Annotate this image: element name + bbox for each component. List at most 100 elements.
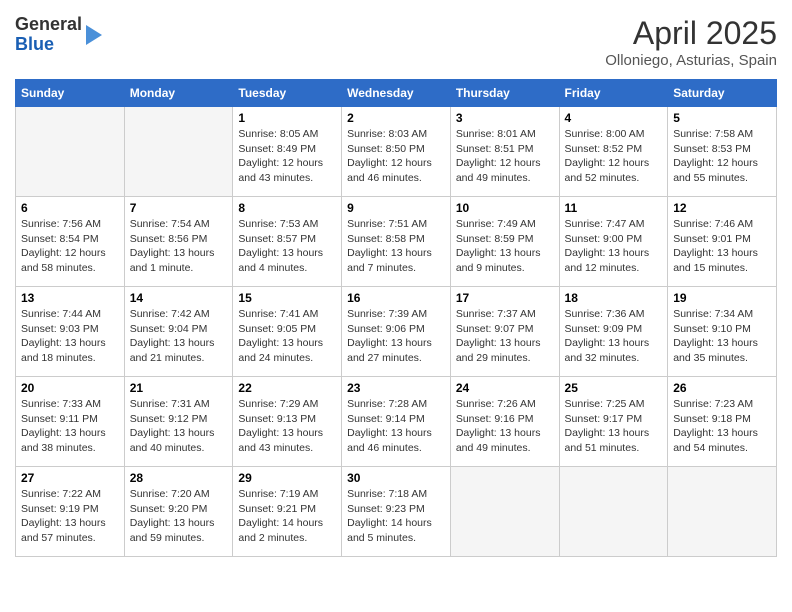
calendar-cell — [559, 467, 668, 557]
calendar-cell: 25 Sunrise: 7:25 AM Sunset: 9:17 PM Dayli… — [559, 377, 668, 467]
day-info: Sunrise: 7:46 AM Sunset: 9:01 PM Dayligh… — [673, 217, 771, 276]
day-number: 20 — [21, 381, 119, 395]
day-info: Sunrise: 8:00 AM Sunset: 8:52 PM Dayligh… — [565, 127, 663, 186]
calendar-cell: 19 Sunrise: 7:34 AM Sunset: 9:10 PM Dayli… — [668, 287, 777, 377]
title-block: April 2025 Olloniego, Asturias, Spain — [605, 15, 777, 69]
calendar-cell: 7 Sunrise: 7:54 AM Sunset: 8:56 PM Daylig… — [124, 197, 233, 287]
day-number: 4 — [565, 111, 663, 125]
day-info: Sunrise: 7:49 AM Sunset: 8:59 PM Dayligh… — [456, 217, 554, 276]
calendar-cell: 13 Sunrise: 7:44 AM Sunset: 9:03 PM Dayli… — [16, 287, 125, 377]
day-number: 5 — [673, 111, 771, 125]
day-number: 9 — [347, 201, 445, 215]
calendar-cell: 10 Sunrise: 7:49 AM Sunset: 8:59 PM Dayli… — [450, 197, 559, 287]
calendar-cell: 28 Sunrise: 7:20 AM Sunset: 9:20 PM Dayli… — [124, 467, 233, 557]
calendar-cell: 26 Sunrise: 7:23 AM Sunset: 9:18 PM Dayli… — [668, 377, 777, 467]
day-info: Sunrise: 7:20 AM Sunset: 9:20 PM Dayligh… — [130, 487, 228, 546]
day-info: Sunrise: 8:05 AM Sunset: 8:49 PM Dayligh… — [238, 127, 336, 186]
day-number: 23 — [347, 381, 445, 395]
day-info: Sunrise: 7:33 AM Sunset: 9:11 PM Dayligh… — [21, 397, 119, 456]
calendar-cell: 12 Sunrise: 7:46 AM Sunset: 9:01 PM Dayli… — [668, 197, 777, 287]
calendar-week-row: 20 Sunrise: 7:33 AM Sunset: 9:11 PM Dayli… — [16, 377, 777, 467]
day-info: Sunrise: 8:01 AM Sunset: 8:51 PM Dayligh… — [456, 127, 554, 186]
day-number: 26 — [673, 381, 771, 395]
calendar-cell: 8 Sunrise: 7:53 AM Sunset: 8:57 PM Daylig… — [233, 197, 342, 287]
day-info: Sunrise: 7:25 AM Sunset: 9:17 PM Dayligh… — [565, 397, 663, 456]
day-number: 30 — [347, 471, 445, 485]
calendar-cell: 5Sunrise: 7:58 AM Sunset: 8:53 PM Daylig… — [668, 107, 777, 197]
day-number: 29 — [238, 471, 336, 485]
calendar-week-row: 27 Sunrise: 7:22 AM Sunset: 9:19 PM Dayli… — [16, 467, 777, 557]
day-number: 13 — [21, 291, 119, 305]
column-header-sunday: Sunday — [16, 80, 125, 107]
calendar-cell — [450, 467, 559, 557]
day-number: 16 — [347, 291, 445, 305]
calendar-week-row: 6Sunrise: 7:56 AM Sunset: 8:54 PM Daylig… — [16, 197, 777, 287]
day-info: Sunrise: 7:37 AM Sunset: 9:07 PM Dayligh… — [456, 307, 554, 366]
day-number: 7 — [130, 201, 228, 215]
calendar-cell: 21 Sunrise: 7:31 AM Sunset: 9:12 PM Dayli… — [124, 377, 233, 467]
calendar-table: SundayMondayTuesdayWednesdayThursdayFrid… — [15, 79, 777, 557]
day-info: Sunrise: 7:34 AM Sunset: 9:10 PM Dayligh… — [673, 307, 771, 366]
calendar-cell: 4 Sunrise: 8:00 AM Sunset: 8:52 PM Daylig… — [559, 107, 668, 197]
day-number: 6 — [21, 201, 119, 215]
day-info: Sunrise: 7:18 AM Sunset: 9:23 PM Dayligh… — [347, 487, 445, 546]
calendar-week-row: 13 Sunrise: 7:44 AM Sunset: 9:03 PM Dayli… — [16, 287, 777, 377]
day-number: 25 — [565, 381, 663, 395]
calendar-cell: 9 Sunrise: 7:51 AM Sunset: 8:58 PM Daylig… — [342, 197, 451, 287]
day-number: 14 — [130, 291, 228, 305]
column-header-tuesday: Tuesday — [233, 80, 342, 107]
month-year-title: April 2025 — [605, 15, 777, 52]
day-info: Sunrise: 8:03 AM Sunset: 8:50 PM Dayligh… — [347, 127, 445, 186]
column-header-monday: Monday — [124, 80, 233, 107]
day-number: 10 — [456, 201, 554, 215]
day-info: Sunrise: 7:22 AM Sunset: 9:19 PM Dayligh… — [21, 487, 119, 546]
day-info: Sunrise: 7:31 AM Sunset: 9:12 PM Dayligh… — [130, 397, 228, 456]
day-number: 24 — [456, 381, 554, 395]
calendar-cell: 15 Sunrise: 7:41 AM Sunset: 9:05 PM Dayli… — [233, 287, 342, 377]
logo-arrow-icon — [86, 25, 102, 45]
day-number: 28 — [130, 471, 228, 485]
day-number: 1 — [238, 111, 336, 125]
calendar-cell: 27 Sunrise: 7:22 AM Sunset: 9:19 PM Dayli… — [16, 467, 125, 557]
calendar-cell — [16, 107, 125, 197]
calendar-week-row: 1 Sunrise: 8:05 AM Sunset: 8:49 PM Daylig… — [16, 107, 777, 197]
day-number: 21 — [130, 381, 228, 395]
column-header-friday: Friday — [559, 80, 668, 107]
day-number: 8 — [238, 201, 336, 215]
day-info: Sunrise: 7:29 AM Sunset: 9:13 PM Dayligh… — [238, 397, 336, 456]
calendar-cell: 6Sunrise: 7:56 AM Sunset: 8:54 PM Daylig… — [16, 197, 125, 287]
logo: General Blue — [15, 15, 102, 55]
calendar-cell: 24Sunrise: 7:26 AM Sunset: 9:16 PM Dayli… — [450, 377, 559, 467]
day-info: Sunrise: 7:19 AM Sunset: 9:21 PM Dayligh… — [238, 487, 336, 546]
day-info: Sunrise: 7:23 AM Sunset: 9:18 PM Dayligh… — [673, 397, 771, 456]
calendar-cell: 30 Sunrise: 7:18 AM Sunset: 9:23 PM Dayli… — [342, 467, 451, 557]
day-number: 22 — [238, 381, 336, 395]
calendar-cell: 3Sunrise: 8:01 AM Sunset: 8:51 PM Daylig… — [450, 107, 559, 197]
day-number: 11 — [565, 201, 663, 215]
day-info: Sunrise: 7:39 AM Sunset: 9:06 PM Dayligh… — [347, 307, 445, 366]
day-info: Sunrise: 7:44 AM Sunset: 9:03 PM Dayligh… — [21, 307, 119, 366]
calendar-cell: 14Sunrise: 7:42 AM Sunset: 9:04 PM Dayli… — [124, 287, 233, 377]
calendar-cell: 2Sunrise: 8:03 AM Sunset: 8:50 PM Daylig… — [342, 107, 451, 197]
day-info: Sunrise: 7:47 AM Sunset: 9:00 PM Dayligh… — [565, 217, 663, 276]
day-info: Sunrise: 7:36 AM Sunset: 9:09 PM Dayligh… — [565, 307, 663, 366]
calendar-cell — [668, 467, 777, 557]
location-subtitle: Olloniego, Asturias, Spain — [605, 52, 777, 69]
calendar-cell: 23Sunrise: 7:28 AM Sunset: 9:14 PM Dayli… — [342, 377, 451, 467]
calendar-cell: 18 Sunrise: 7:36 AM Sunset: 9:09 PM Dayli… — [559, 287, 668, 377]
day-number: 12 — [673, 201, 771, 215]
column-header-saturday: Saturday — [668, 80, 777, 107]
calendar-cell: 20 Sunrise: 7:33 AM Sunset: 9:11 PM Dayli… — [16, 377, 125, 467]
column-header-thursday: Thursday — [450, 80, 559, 107]
day-number: 27 — [21, 471, 119, 485]
day-number: 19 — [673, 291, 771, 305]
day-info: Sunrise: 7:53 AM Sunset: 8:57 PM Dayligh… — [238, 217, 336, 276]
day-number: 18 — [565, 291, 663, 305]
day-info: Sunrise: 7:41 AM Sunset: 9:05 PM Dayligh… — [238, 307, 336, 366]
day-number: 15 — [238, 291, 336, 305]
day-info: Sunrise: 7:54 AM Sunset: 8:56 PM Dayligh… — [130, 217, 228, 276]
page-header: General Blue April 2025 Olloniego, Astur… — [15, 15, 777, 69]
logo-line1: General — [15, 15, 82, 35]
day-info: Sunrise: 7:51 AM Sunset: 8:58 PM Dayligh… — [347, 217, 445, 276]
logo-line2: Blue — [15, 35, 82, 55]
